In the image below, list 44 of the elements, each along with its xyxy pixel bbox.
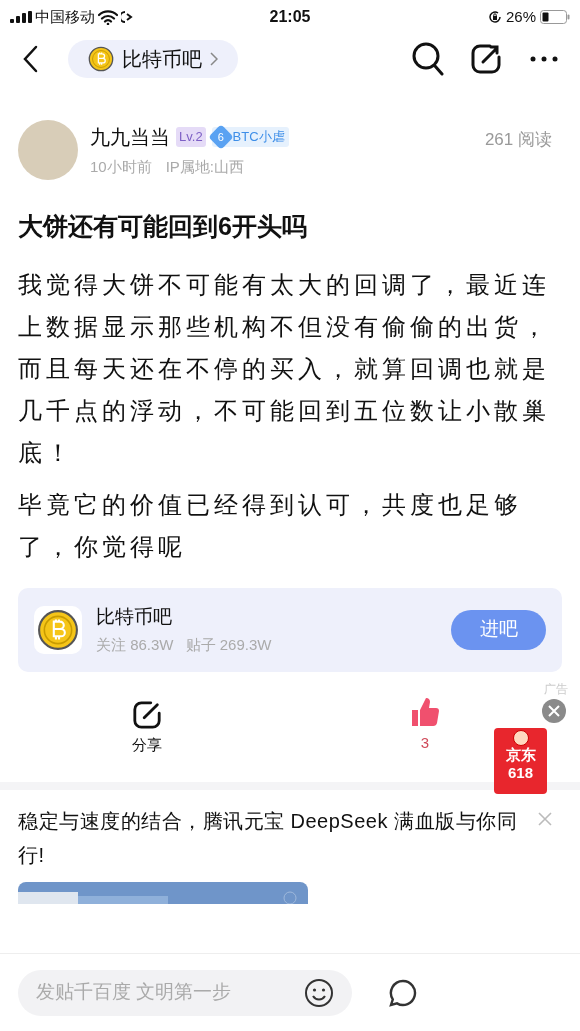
chevron-right-icon — [210, 52, 218, 66]
level-badge: Lv.2 — [176, 127, 206, 147]
signal-icon — [10, 11, 32, 23]
post-count: 贴子 269.3W — [185, 634, 272, 655]
call-forward-icon — [121, 10, 133, 24]
post-time: 10小时前 — [90, 156, 152, 177]
badge-title: BTC小虐 — [232, 128, 285, 146]
close-icon[interactable] — [542, 698, 566, 723]
badge-number: 6 — [217, 129, 224, 145]
rotation-lock-icon — [487, 10, 502, 24]
forum-card[interactable]: 比特币吧 关注 86.3W 贴子 269.3W 进吧 — [18, 587, 562, 672]
comment-input: 发贴千百度 文明第一步 — [36, 978, 304, 1007]
thumbs-up-icon[interactable] — [410, 695, 440, 728]
promo-badge[interactable]: 京东 618 — [494, 727, 547, 794]
post-title: 大饼还有可能回到6开头吗 — [18, 211, 308, 242]
carrier-name: 中国移动 — [35, 6, 95, 27]
comment-icon[interactable] — [388, 977, 418, 1008]
forum-chip[interactable]: 比特币吧 — [68, 40, 238, 78]
clock-time: 21:05 — [268, 7, 312, 27]
back-icon[interactable] — [22, 45, 40, 73]
share-label[interactable]: 分享 — [132, 733, 162, 756]
follower-count: 关注 86.3W — [96, 634, 174, 655]
envelope-icon — [512, 729, 529, 746]
battery-icon — [540, 10, 570, 24]
promo-brand: 京东 — [505, 745, 536, 764]
emoji-icon[interactable] — [304, 977, 334, 1008]
share-icon[interactable] — [132, 699, 162, 730]
like-count: 3 — [420, 732, 430, 753]
share-icon[interactable] — [470, 43, 502, 75]
wifi-icon — [98, 9, 118, 25]
post-paragraph: 毕竟它的价值已经得到认可，共度也足够了，你觉得呢 — [18, 489, 523, 562]
battery-percent: 26% — [505, 6, 536, 27]
more-icon[interactable] — [530, 56, 558, 62]
promo-number: 618 — [508, 763, 533, 782]
comment-field[interactable]: 发贴千百度 文明第一步 — [18, 969, 352, 1016]
search-icon[interactable] — [412, 42, 444, 76]
ad-text[interactable]: 稳定与速度的结合，腾讯元宝 DeepSeek 满血版与你同行! — [18, 803, 518, 872]
bitcoin-icon — [88, 46, 114, 72]
author-name[interactable]: 九九当当 — [90, 121, 170, 152]
forum-name: 比特币吧 — [96, 605, 173, 629]
ip-location: IP属地:山西 — [165, 156, 245, 177]
post-paragraph: 我觉得大饼不可能有太大的回调了，最近连上数据显示那些机构不但没有偷偷的出货，而且每天还在不停的买入，就算回调也就是几千点的浮动，不可能回到五位数让小散巢底！ — [18, 269, 551, 468]
read-count: 261 阅读 — [484, 129, 552, 152]
bitcoin-icon — [37, 608, 79, 651]
